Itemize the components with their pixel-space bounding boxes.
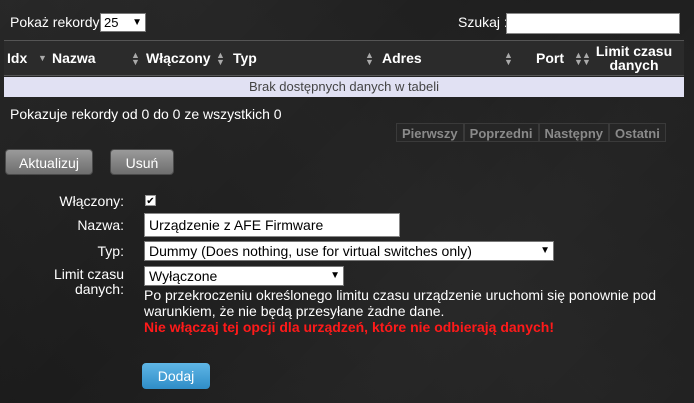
sort-icon: ▲ ▼ — [582, 50, 591, 67]
column-header-nazwa[interactable]: Nazwa ▲ ▼ — [52, 41, 140, 75]
timeout-select-value: Wyłączone — [149, 268, 218, 284]
column-header-idx[interactable]: Idx ▼ — [7, 41, 49, 75]
search-input[interactable] — [506, 13, 680, 34]
timeout-help: Po przekroczeniu określonego limitu czas… — [144, 287, 664, 335]
search-label: Szukaj : — [458, 14, 508, 30]
timeout-label: Limit czasu danych: — [53, 266, 124, 297]
column-header-wlaczony[interactable]: Włączony ▲ ▼ — [146, 41, 232, 75]
chevron-down-icon: ▼ — [132, 17, 142, 28]
table-empty-row: Brak dostępnych danych w tabeli — [4, 77, 684, 97]
type-select-value: Dummy (Does nothing, use for virtual swi… — [149, 243, 472, 259]
show-records-label: Pokaż rekordy — [10, 14, 100, 30]
enabled-checkbox[interactable]: ✔ — [145, 195, 156, 207]
name-input[interactable]: Urządzenie z AFE Firmware — [144, 213, 400, 237]
name-label: Nazwa: — [77, 217, 124, 233]
records-per-page-value: 25 — [104, 15, 119, 30]
pagination: Pierwszy Poprzedni Następny Ostatni — [396, 123, 666, 143]
table-info: Pokazuje rekordy od 0 do 0 ze wszystkich… — [10, 106, 282, 122]
column-header-port[interactable]: Port ▲ ▼ — [522, 41, 583, 75]
column-header-adres[interactable]: Adres ▲ ▼ — [382, 41, 514, 75]
type-label: Typ: — [97, 243, 124, 259]
sort-icon: ▲ ▼ — [504, 50, 513, 67]
pager-next-button[interactable]: Następny — [538, 123, 610, 142]
pager-first-button[interactable]: Pierwszy — [396, 123, 464, 142]
pager-previous-button[interactable]: Poprzedni — [463, 123, 539, 142]
add-button[interactable]: Dodaj — [142, 363, 210, 389]
delete-button[interactable]: Usuń — [110, 149, 174, 175]
column-header-limit[interactable]: Limit czasu danych ▲ ▼ — [582, 41, 680, 75]
chevron-down-icon: ▼ — [330, 270, 340, 281]
update-button[interactable]: Aktualizuj — [5, 149, 93, 175]
sort-desc-icon: ▼ — [38, 53, 47, 63]
records-per-page-select[interactable]: 25 ▼ — [100, 13, 146, 32]
enabled-label: Włączony: — [59, 193, 124, 209]
sort-icon: ▲ ▼ — [131, 50, 140, 67]
timeout-help-text: Po przekroczeniu określonego limitu czas… — [144, 287, 657, 319]
sort-icon: ▲ ▼ — [216, 50, 225, 67]
pager-last-button[interactable]: Ostatni — [609, 123, 666, 142]
column-header-typ[interactable]: Typ ▲ ▼ — [233, 41, 374, 75]
timeout-select[interactable]: Wyłączone ▼ — [144, 266, 344, 286]
table-toolbar: Pokaż rekordy 25 ▼ Szukaj : — [0, 0, 694, 36]
type-select[interactable]: Dummy (Does nothing, use for virtual swi… — [144, 241, 554, 261]
sort-icon: ▲ ▼ — [365, 50, 374, 67]
timeout-warning: Nie włączaj tej opcji dla urządzeń, któr… — [144, 319, 554, 335]
chevron-down-icon: ▼ — [540, 245, 550, 256]
table-header: Idx ▼ Nazwa ▲ ▼ Włączony ▲ ▼ Typ ▲ ▼ Adres … — [4, 40, 684, 76]
